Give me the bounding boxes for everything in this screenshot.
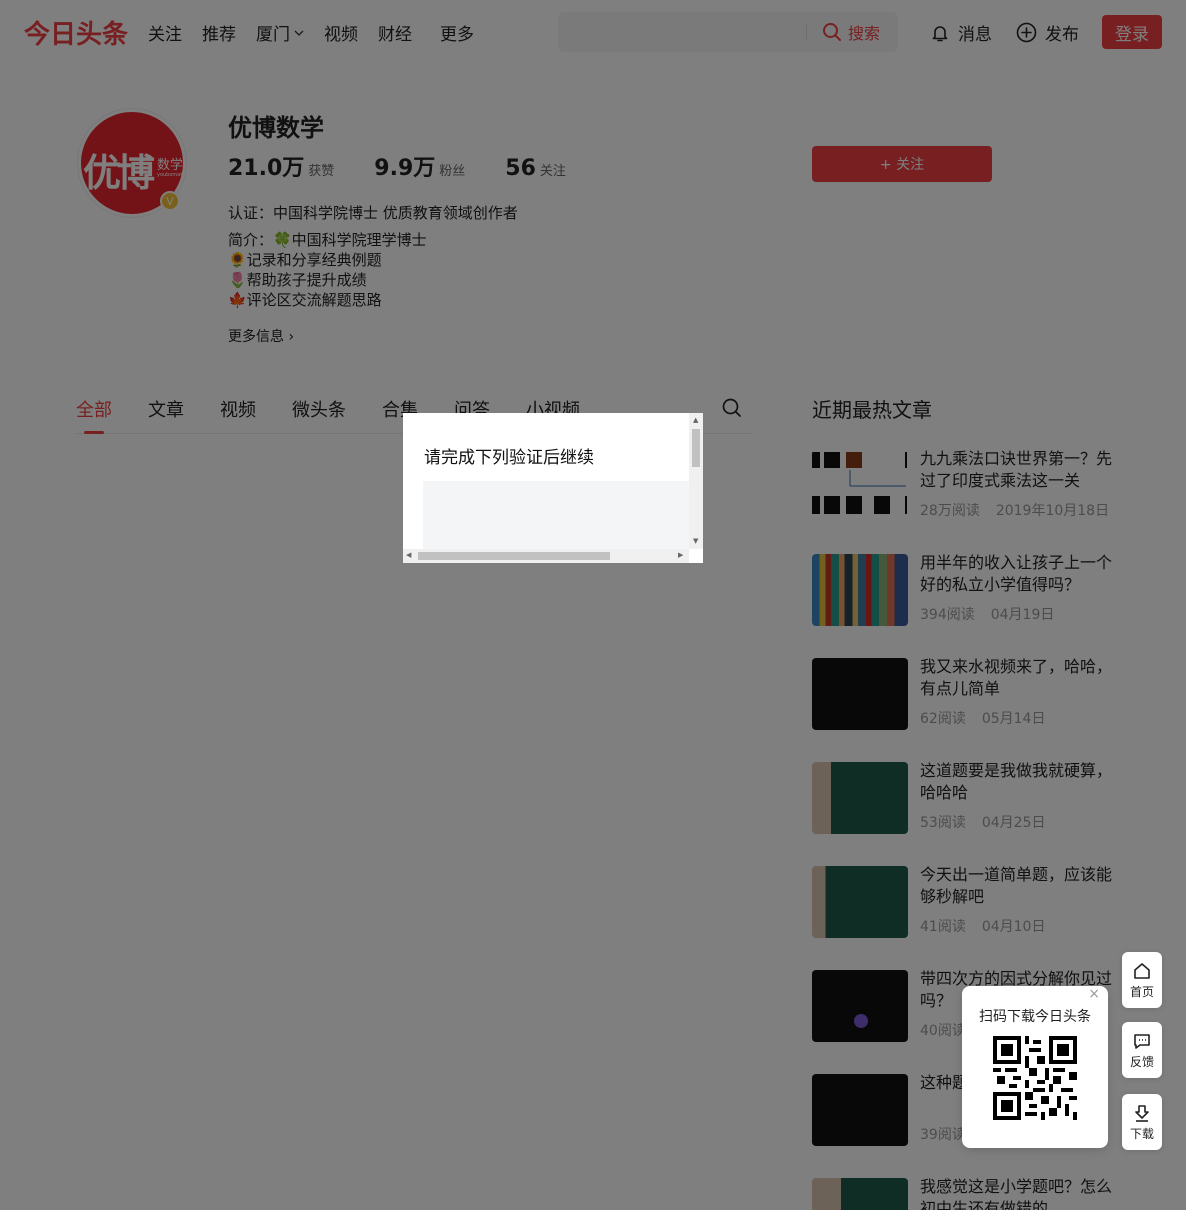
scrollbar-thumb[interactable] (418, 552, 610, 560)
horizontal-scrollbar[interactable]: ◀ ▶ (403, 549, 689, 563)
qr-code-icon (993, 1036, 1077, 1120)
scroll-left-icon[interactable]: ◀ (406, 551, 411, 559)
scroll-up-icon[interactable]: ▲ (693, 416, 698, 424)
download-button[interactable]: 下载 (1122, 1094, 1162, 1150)
verification-modal: 请完成下列验证后继续 ▲ ▼ ◀ ▶ (403, 413, 703, 563)
feedback-icon (1134, 1033, 1150, 1049)
close-icon[interactable]: × (1088, 986, 1100, 1002)
verification-prompt: 请完成下列验证后继续 (424, 448, 594, 468)
scrollbar-thumb[interactable] (692, 429, 700, 467)
feedback-label: 反馈 (1129, 1054, 1154, 1069)
download-icon (1135, 1104, 1149, 1122)
home-label: 首页 (1129, 984, 1154, 999)
scroll-right-icon[interactable]: ▶ (678, 551, 683, 559)
scroll-down-icon[interactable]: ▼ (693, 537, 698, 545)
feedback-button[interactable]: 反馈 (1122, 1022, 1162, 1078)
download-label: 下载 (1129, 1126, 1154, 1141)
qr-download-card: × 扫码下载今日头条 (962, 986, 1108, 1148)
home-button[interactable]: 首页 (1122, 952, 1162, 1008)
home-icon (1134, 962, 1150, 979)
verification-frame[interactable] (423, 481, 689, 551)
vertical-scrollbar[interactable]: ▲ ▼ (689, 413, 703, 549)
qr-title: 扫码下载今日头条 (979, 1009, 1091, 1025)
